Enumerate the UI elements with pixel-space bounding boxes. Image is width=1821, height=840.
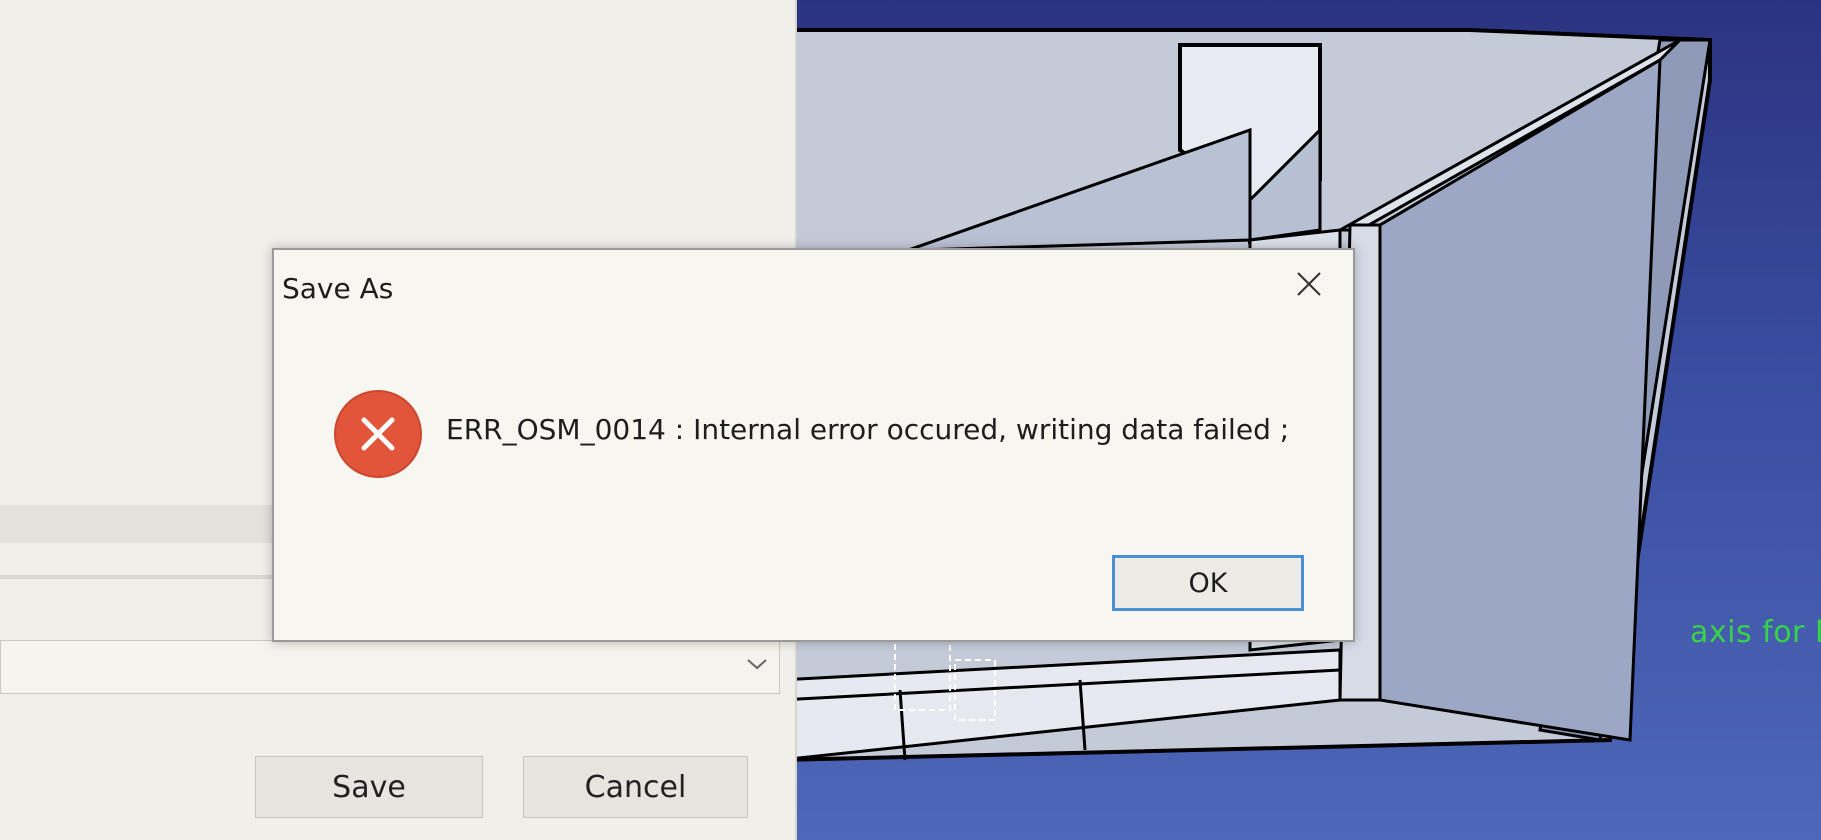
ok-button[interactable]: OK bbox=[1112, 555, 1304, 611]
chevron-down-icon[interactable] bbox=[745, 649, 769, 679]
cad-annotation-text: axis for Part Operation.1 bbox=[1690, 615, 1821, 650]
dialog-title: Save As bbox=[282, 272, 394, 305]
error-dialog: Save As ERR_OSM_0014 : Internal error oc… bbox=[272, 248, 1355, 642]
save-button[interactable]: Save bbox=[255, 756, 483, 818]
error-message: ERR_OSM_0014 : Internal error occured, w… bbox=[446, 413, 1290, 446]
cancel-button[interactable]: Cancel bbox=[523, 756, 748, 818]
file-type-combo[interactable] bbox=[0, 640, 780, 694]
close-icon[interactable] bbox=[1289, 264, 1329, 304]
error-icon bbox=[336, 392, 420, 476]
